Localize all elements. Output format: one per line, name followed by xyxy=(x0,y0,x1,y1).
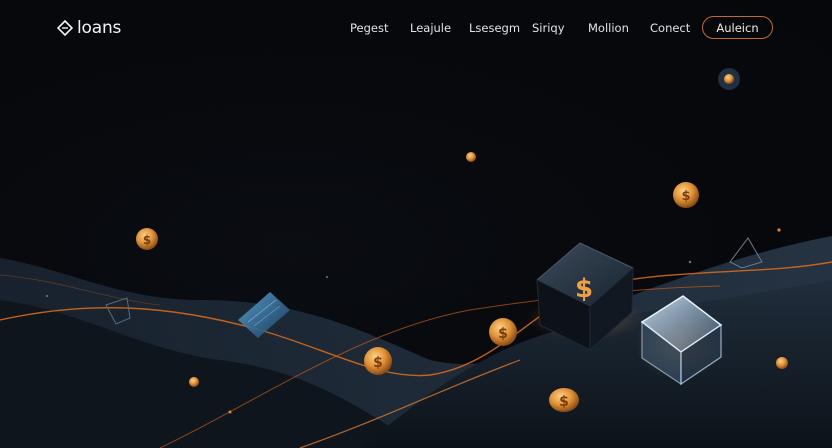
coin-icon xyxy=(466,152,476,162)
svg-text:$: $ xyxy=(143,233,151,247)
coin-icon xyxy=(776,357,788,369)
coin-icon: $ xyxy=(673,182,699,208)
svg-text:$: $ xyxy=(498,326,508,342)
svg-text:$: $ xyxy=(575,274,593,304)
coin-icon: $ xyxy=(549,388,579,412)
hero-scene: $ $ $ $ $ $ xyxy=(0,68,832,448)
svg-text:$: $ xyxy=(559,394,569,410)
nav-item-mollion[interactable]: Mollion xyxy=(588,21,629,35)
coin-icon: $ xyxy=(489,318,517,346)
coin-icon: $ xyxy=(364,347,392,375)
nav-item-siriqy[interactable]: Siriqy xyxy=(532,21,565,35)
nav-item-conect[interactable]: Conect xyxy=(650,21,690,35)
coin-icon xyxy=(189,377,199,387)
svg-text:$: $ xyxy=(373,355,383,371)
cta-button[interactable]: Auleicn xyxy=(702,16,773,39)
landing-page: $ $ $ $ $ $ loans Pegest Leajule Lsesegm… xyxy=(0,0,832,448)
coin-icon: $ xyxy=(136,228,158,250)
svg-text:$: $ xyxy=(681,189,690,204)
coin-icon xyxy=(718,68,740,90)
top-navigation: loans Pegest Leajule Lsesegm Siriqy Moll… xyxy=(0,0,832,56)
nav-item-pegest[interactable]: Pegest xyxy=(350,21,388,35)
nav-item-lsesegm[interactable]: Lsesegm xyxy=(469,21,520,35)
nav-item-leajule[interactable]: Leajule xyxy=(410,21,451,35)
